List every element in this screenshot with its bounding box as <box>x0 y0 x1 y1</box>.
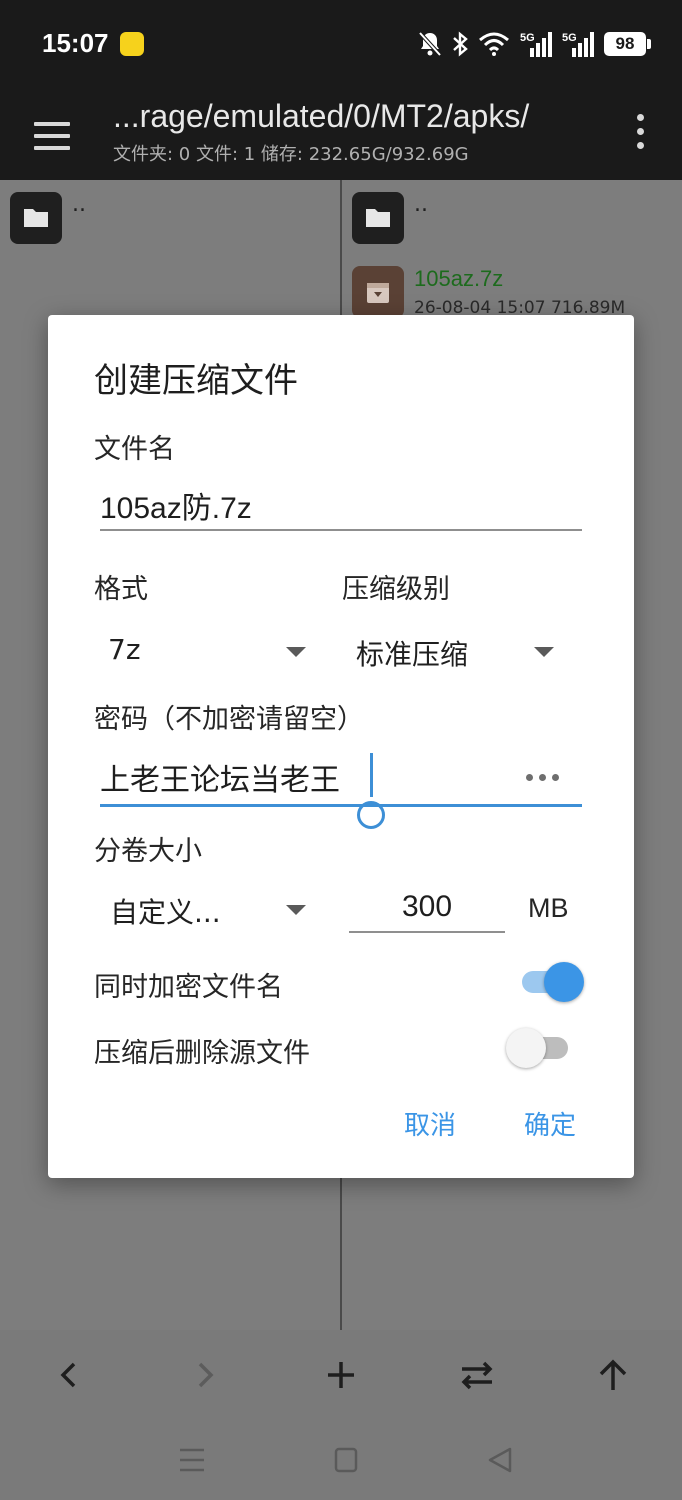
swap-icon <box>461 1361 493 1390</box>
triangle-back-icon <box>488 1447 512 1473</box>
chevron-right-icon <box>198 1362 214 1388</box>
encrypt-names-switch[interactable] <box>520 962 584 1002</box>
plus-icon <box>328 1362 354 1388</box>
volume-size-input[interactable] <box>349 881 505 933</box>
level-value: 标准压缩 <box>356 638 469 671</box>
level-select[interactable]: 标准压缩 <box>356 633 556 683</box>
folder-icon <box>352 192 404 244</box>
filename-underline <box>100 529 582 531</box>
status-bar: 15:07 5G 5G 98 <box>0 0 682 90</box>
volume-unit: MB <box>528 893 569 923</box>
delete-source-switch[interactable] <box>506 1028 572 1068</box>
delete-source-label: 压缩后删除源文件 <box>94 1038 310 1069</box>
list-item[interactable]: .. <box>352 192 428 252</box>
format-select[interactable]: 7z <box>108 633 308 683</box>
bluetooth-icon <box>453 31 468 57</box>
square-icon <box>334 1447 358 1473</box>
file-name: .. <box>414 192 428 217</box>
volume-label: 分卷大小 <box>94 836 202 867</box>
file-name: .. <box>72 192 86 217</box>
more-vert-icon <box>637 114 644 121</box>
system-nav-bar <box>0 1420 682 1500</box>
menu-icon <box>34 122 70 126</box>
app-badge-icon <box>120 32 144 56</box>
filename-label: 文件名 <box>94 434 175 465</box>
overflow-menu-button[interactable] <box>630 112 650 152</box>
folder-icon <box>10 192 62 244</box>
signal-5g-icon: 5G <box>562 32 594 57</box>
password-label: 密码（不加密请留空） <box>94 704 364 735</box>
volume-mode-select[interactable]: 自定义... <box>110 891 310 941</box>
add-button[interactable] <box>316 1350 366 1400</box>
encrypt-names-label: 同时加密文件名 <box>94 972 283 1003</box>
wifi-icon <box>479 32 509 56</box>
dropdown-arrow-icon <box>286 905 306 915</box>
arrow-up-icon <box>599 1359 627 1390</box>
signal-5g-icon: 5G <box>520 32 552 57</box>
svg-text:5G: 5G <box>562 32 577 44</box>
status-icons: 5G 5G 98 <box>418 28 651 60</box>
password-visibility-button[interactable] <box>526 770 562 786</box>
forward-button[interactable] <box>180 1350 230 1400</box>
system-back-button[interactable] <box>480 1442 520 1478</box>
recents-button[interactable] <box>172 1442 212 1478</box>
password-underline <box>100 804 582 807</box>
bell-off-icon <box>418 31 442 57</box>
password-input[interactable] <box>100 751 520 803</box>
status-time: 15:07 <box>42 28 109 58</box>
storage-info: 文件夹: 0 文件: 1 储存: 232.65G/932.69G <box>113 144 469 165</box>
filename-input[interactable] <box>100 479 580 531</box>
home-button[interactable] <box>326 1442 366 1478</box>
back-button[interactable] <box>44 1350 94 1400</box>
menu-button[interactable] <box>28 112 76 160</box>
volume-size-underline <box>349 931 505 933</box>
text-cursor <box>370 753 373 797</box>
svg-text:5G: 5G <box>520 32 535 44</box>
swap-panes-button[interactable] <box>452 1350 502 1400</box>
more-horiz-icon <box>526 774 533 781</box>
bottom-toolbar <box>0 1330 682 1420</box>
menu-lines-icon <box>180 1448 204 1472</box>
ok-button[interactable]: 确定 <box>524 1105 576 1142</box>
app-bar: ...rage/emulated/0/MT2/apks/ 文件夹: 0 文件: … <box>0 90 682 180</box>
dialog-title: 创建压缩文件 <box>94 361 298 401</box>
archive-icon <box>352 266 404 318</box>
format-label: 格式 <box>94 574 148 605</box>
battery-indicator: 98 <box>604 32 651 56</box>
dropdown-arrow-icon <box>534 647 554 657</box>
chevron-left-icon <box>60 1362 76 1388</box>
go-up-button[interactable] <box>588 1350 638 1400</box>
cancel-button[interactable]: 取消 <box>404 1105 456 1142</box>
list-item[interactable]: .. <box>10 192 86 252</box>
create-archive-dialog: 创建压缩文件 文件名 格式 压缩级别 7z 标准压缩 密码（不加密请留空） 分卷… <box>48 315 634 1178</box>
dropdown-arrow-icon <box>286 647 306 657</box>
file-name: 105az.7z <box>414 266 504 291</box>
volume-mode-value: 自定义... <box>110 896 221 929</box>
level-label: 压缩级别 <box>342 574 450 605</box>
current-path[interactable]: ...rage/emulated/0/MT2/apks/ <box>113 98 529 135</box>
format-value: 7z <box>108 633 141 666</box>
